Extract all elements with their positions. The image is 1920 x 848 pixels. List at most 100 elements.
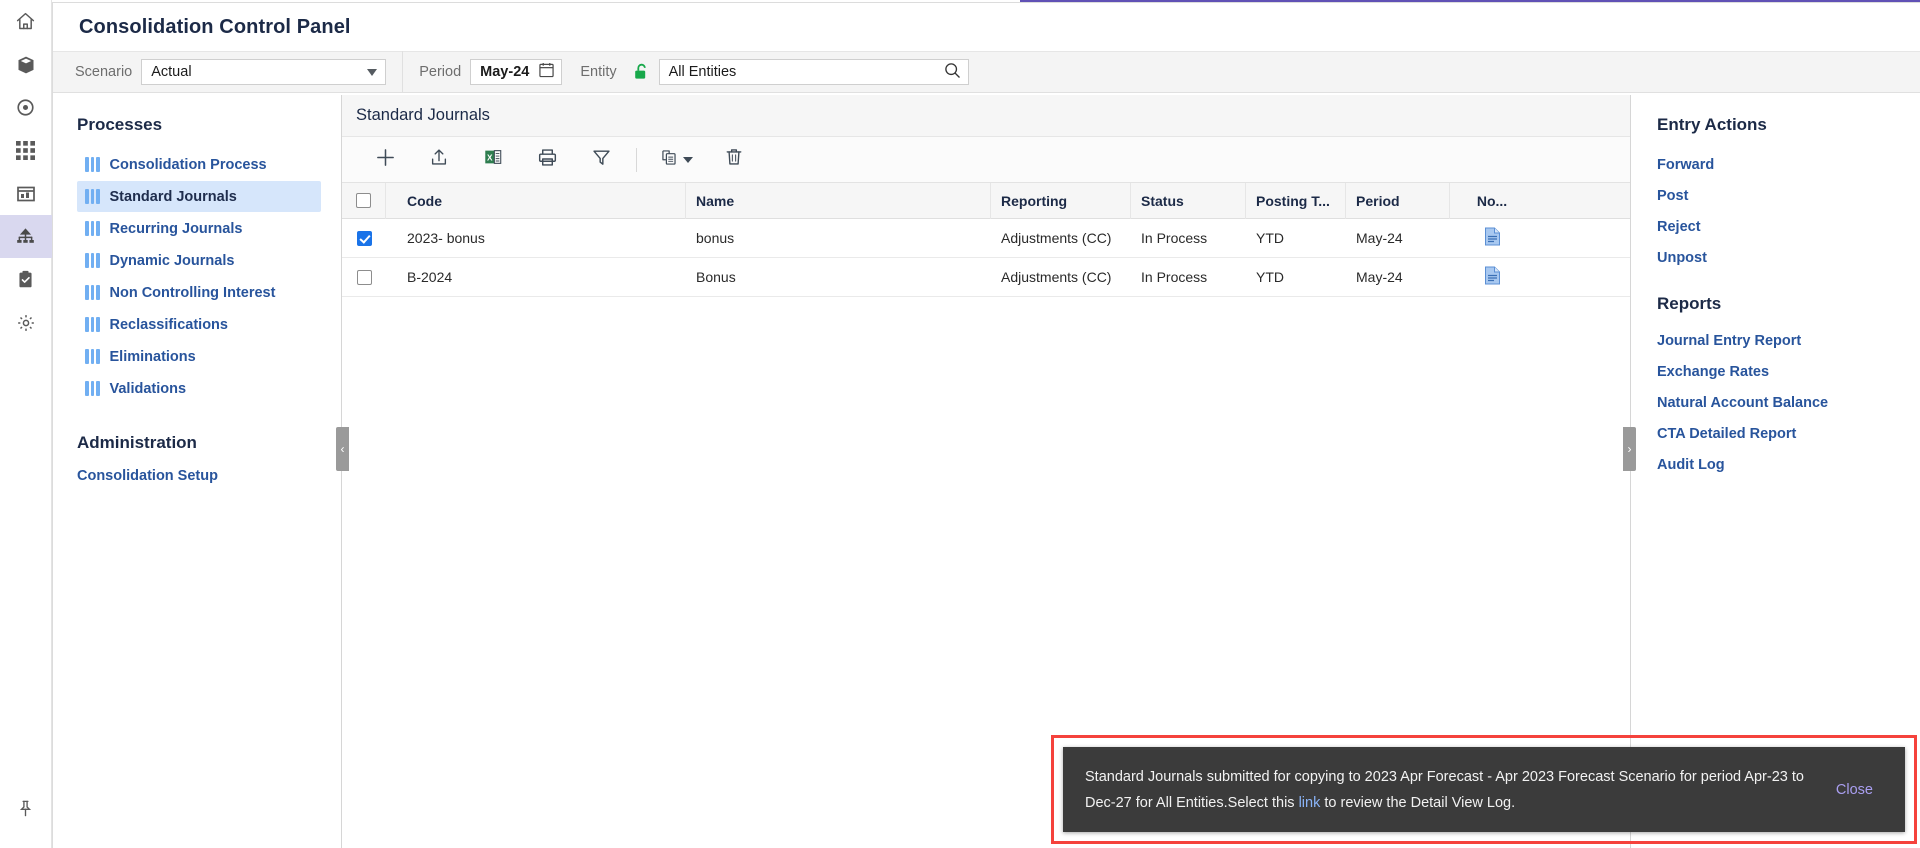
entry-actions-heading: Entry Actions [1657,115,1767,134]
row-checkbox[interactable] [342,269,386,285]
period-field[interactable]: May-24 [470,59,563,85]
sidebar-item-label: Non Controlling Interest [109,284,276,301]
journals-toolbar: X [342,137,1630,183]
rail-item-models[interactable] [0,43,52,86]
column-header-name[interactable]: Name [686,182,991,219]
gear-icon [16,313,36,333]
bars-icon [85,157,100,172]
scenario-select[interactable]: Actual [141,59,387,85]
column-header-status[interactable]: Status [1131,182,1246,219]
column-header-period[interactable]: Period [1346,182,1450,219]
column-header-reporting[interactable]: Reporting [991,182,1131,219]
report-audit-log[interactable]: Audit Log [1657,449,1900,480]
sidebar-item-consolidation-process[interactable]: Consolidation Process [77,149,321,180]
upload-button[interactable] [412,141,466,179]
unlock-icon[interactable] [634,63,649,81]
cell-reporting: Adjustments (CC) [1001,269,1112,285]
report-exchange-rates[interactable]: Exchange Rates [1657,356,1900,387]
column-header-note[interactable]: No... [1450,183,1534,219]
report-journal-entry-report[interactable]: Journal Entry Report [1657,325,1900,356]
entity-field[interactable]: All Entities [658,59,969,85]
sidebar-item-dynamic-journals[interactable]: Dynamic Journals [77,245,321,276]
chevron-down-icon [367,68,378,76]
sidebar-item-eliminations[interactable]: Eliminations [77,341,321,372]
rail-item-tasks[interactable] [0,258,52,301]
rail-item-grids[interactable] [0,129,52,172]
journals-title: Standard Journals [356,106,490,124]
sidebar-item-consolidation-setup[interactable]: Consolidation Setup [77,468,321,484]
toast-close-button[interactable]: Close [1836,782,1887,798]
rail-item-home[interactable] [0,0,52,43]
add-button[interactable] [358,141,412,179]
toast-detail-view-log-link[interactable]: link [1299,795,1321,811]
copy-icon [660,148,679,172]
left-icon-rail [0,0,52,848]
cell-status: In Process [1141,230,1208,246]
rail-item-pin[interactable] [0,787,52,830]
clipboard-check-icon [16,270,35,289]
cell-name: bonus [696,230,735,246]
document-icon [1484,266,1501,288]
copy-button[interactable] [645,141,707,179]
excel-export-button[interactable]: X [466,141,520,179]
column-header-posting-type[interactable]: Posting T... [1246,182,1346,219]
period-label: Period [419,64,462,80]
period-value: May-24 [480,64,530,80]
cell-note[interactable] [1450,227,1534,249]
journals-table: Code Name Reporting Status Posting T... … [342,182,1630,297]
rail-item-targets[interactable] [0,86,52,129]
bars-icon [85,253,100,268]
print-icon [537,147,558,173]
cube-icon [16,55,36,75]
sidebar-item-validations[interactable]: Validations [77,373,321,404]
filter-divider-1 [402,51,404,93]
action-reject[interactable]: Reject [1657,211,1900,242]
bars-icon [85,221,100,236]
journals-header: Standard Journals [342,95,1630,137]
action-forward[interactable]: Forward [1657,149,1900,180]
toast-notification: Standard Journals submitted for copying … [1063,747,1905,832]
sidebar-item-non-controlling-interest[interactable]: Non Controlling Interest [77,277,321,308]
cell-status: In Process [1141,269,1208,285]
table-row[interactable]: 2023- bonus bonus Adjustments (CC) In Pr… [342,219,1630,258]
action-post[interactable]: Post [1657,180,1900,211]
upload-icon [429,147,449,172]
print-button[interactable] [520,141,574,179]
filter-button[interactable] [574,141,628,179]
table-header-row: Code Name Reporting Status Posting T... … [342,182,1630,219]
cell-note[interactable] [1450,266,1534,288]
rail-item-settings[interactable] [0,301,52,344]
cell-period: May-24 [1356,230,1403,246]
processes-heading: Processes [77,115,163,134]
table-row[interactable]: B-2024 Bonus Adjustments (CC) In Process… [342,258,1630,297]
delete-button[interactable] [707,141,761,179]
sidebar-item-label: Standard Journals [109,188,237,205]
select-all-checkbox[interactable] [342,182,386,219]
toast-message-part2: to review the Detail View Log. [1320,794,1516,811]
report-cta-detailed-report[interactable]: CTA Detailed Report [1657,418,1900,449]
toast-message: Standard Journals submitted for copying … [1085,764,1836,816]
sidebar-item-label: Dynamic Journals [109,252,235,269]
left-pane-collapse-handle[interactable]: ‹ [336,427,349,471]
processes-pane: Processes Consolidation Process Standard… [53,95,349,848]
rail-item-consolidation[interactable] [0,215,52,258]
sidebar-item-standard-journals[interactable]: Standard Journals [77,181,321,212]
report-natural-account-balance[interactable]: Natural Account Balance [1657,387,1900,418]
action-unpost[interactable]: Unpost [1657,242,1900,273]
sidebar-item-reclassifications[interactable]: Reclassifications [77,309,321,340]
consolidation-control-panel-app: Consolidation Control Panel Scenario Act… [0,0,1920,848]
cell-code: 2023- bonus [407,230,485,246]
rail-item-reports[interactable] [0,172,52,215]
funnel-icon [591,147,612,173]
column-header-code[interactable]: Code [386,182,686,219]
bars-icon [85,285,100,300]
checkbox-icon [356,193,371,208]
pin-icon [16,799,35,818]
row-checkbox[interactable] [342,230,386,246]
chart-icon [16,184,36,204]
sidebar-item-recurring-journals[interactable]: Recurring Journals [77,213,321,244]
cell-name: Bonus [696,269,736,285]
search-icon[interactable] [944,62,961,83]
right-pane-expand-handle[interactable]: › [1623,427,1636,471]
calendar-icon[interactable] [539,62,554,82]
